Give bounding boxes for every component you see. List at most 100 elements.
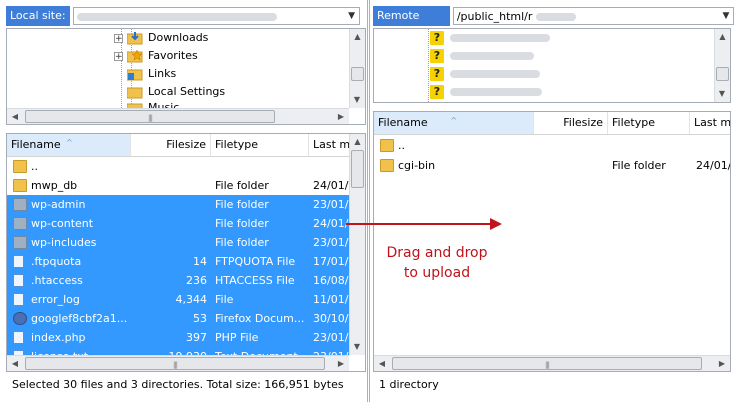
tree-item[interactable]: ? [430, 47, 534, 65]
scroll-left-icon[interactable]: ◀ [7, 109, 23, 124]
file-row[interactable]: cgi-bin File folder 24/01/ [374, 156, 730, 175]
local-list-vertical-scrollbar[interactable]: ▲ ▼ [349, 134, 365, 355]
expand-icon[interactable]: + [114, 51, 123, 61]
file-name: wp-includes [31, 236, 97, 249]
annotation-line-2: to upload [403, 265, 471, 281]
scroll-thumb[interactable]: ||| [25, 357, 325, 370]
scroll-right-icon[interactable]: ▶ [333, 356, 349, 371]
file-size [131, 233, 207, 252]
folder-icon [13, 198, 27, 211]
file-modified: 24/01/ [313, 179, 349, 192]
local-status-bar: Selected 30 files and 3 directories. Tot… [12, 378, 344, 391]
file-type: Firefox Docum... [215, 312, 305, 325]
unknown-folder-icon: ? [430, 49, 444, 63]
file-row[interactable]: .htaccess 236 HTACCESS File 16/08/ [7, 271, 349, 290]
column-last-modified[interactable]: Last m [309, 134, 349, 156]
redacted-folder-name [450, 34, 550, 42]
tree-item-favorites[interactable]: + Favorites [114, 47, 198, 65]
links-folder-icon [127, 69, 143, 81]
scroll-down-icon[interactable]: ▼ [715, 86, 729, 102]
file-size [131, 195, 207, 214]
scroll-left-icon[interactable]: ◀ [7, 356, 23, 371]
sort-ascending-icon: ^ [66, 138, 73, 147]
tree-item-label: Links [148, 67, 177, 80]
scroll-thumb[interactable]: ||| [25, 110, 275, 123]
scroll-thumb[interactable] [351, 67, 364, 81]
scroll-thumb[interactable]: ||| [392, 357, 702, 370]
redacted-path [535, 12, 576, 21]
tree-item[interactable]: ? [430, 65, 540, 83]
scroll-down-icon[interactable]: ▼ [350, 92, 364, 108]
file-size: 53 [193, 312, 207, 325]
tree-horizontal-scrollbar[interactable]: ◀ ||| ▶ [7, 108, 349, 124]
scroll-up-icon[interactable]: ▲ [350, 29, 365, 45]
column-filetype[interactable]: Filetype [608, 112, 690, 134]
scroll-thumb[interactable] [351, 150, 364, 188]
local-list-horizontal-scrollbar[interactable]: ◀ ||| ▶ [7, 355, 349, 371]
remote-site-combo[interactable]: /public_html/r ▼ [452, 7, 734, 25]
file-modified: 23/01/ [313, 198, 349, 211]
column-filetype[interactable]: Filetype [211, 134, 309, 156]
local-file-list[interactable]: ^ Filename Filesize Filetype Last m .. mw… [6, 133, 366, 372]
file-row[interactable]: mwp_db File folder 24/01/ [7, 176, 349, 195]
file-modified: 24/01/ [696, 159, 730, 172]
file-size [131, 214, 207, 233]
firefox-document-icon [13, 312, 27, 325]
tree-item-label: Downloads [148, 31, 209, 44]
file-name: cgi-bin [398, 159, 436, 172]
tree-item-local-settings[interactable]: Local Settings [127, 83, 225, 101]
redacted-folder-name [450, 52, 534, 60]
expand-icon[interactable]: + [114, 33, 123, 43]
column-filename[interactable]: ^ Filename [7, 134, 131, 156]
remote-tree-vertical-scrollbar[interactable]: ▲ ▼ [714, 29, 730, 102]
remote-directory-tree[interactable]: ????? ▲ ▼ [373, 28, 731, 103]
tree-vertical-scrollbar[interactable]: ▲ ▼ [349, 29, 365, 108]
column-filesize[interactable]: Filesize [131, 134, 211, 156]
local-site-combo[interactable]: ▼ [72, 7, 360, 25]
file-modified: 11/01/ [313, 293, 349, 306]
chevron-down-icon[interactable]: ▼ [345, 11, 359, 21]
column-last-modified[interactable]: Last m [690, 112, 730, 134]
file-row[interactable]: error_log 4,344 File 11/01/ [7, 290, 349, 309]
scroll-right-icon[interactable]: ▶ [714, 356, 730, 371]
chevron-down-icon[interactable]: ▼ [719, 11, 733, 21]
scroll-left-icon[interactable]: ◀ [374, 356, 390, 371]
file-row[interactable]: googlef8cbf2a1... 53 Firefox Docum... 30/10… [7, 309, 349, 328]
tree-item-links[interactable]: Links [127, 65, 176, 83]
file-name: .. [31, 160, 38, 173]
scroll-up-icon[interactable]: ▲ [715, 29, 730, 45]
file-size [534, 136, 604, 155]
file-row[interactable]: .ftpquota 14 FTPQUOTA File 17/01/ [7, 252, 349, 271]
remote-list-horizontal-scrollbar[interactable]: ◀ ||| ▶ [374, 355, 730, 371]
tree-item[interactable]: ? [430, 29, 550, 47]
file-name: error_log [31, 293, 80, 306]
file-type [215, 157, 307, 176]
file-row[interactable]: wp-admin File folder 23/01/ [7, 195, 349, 214]
file-size [131, 157, 207, 176]
local-site-value[interactable] [76, 10, 345, 23]
file-row[interactable]: wp-includes File folder 23/01/ [7, 233, 349, 252]
file-row[interactable]: wp-content File folder 24/01/ [7, 214, 349, 233]
tree-item[interactable]: ? [430, 101, 494, 102]
local-list-header: ^ Filename Filesize Filetype Last m [7, 134, 349, 157]
file-size: 4,344 [175, 293, 208, 306]
file-row[interactable]: .. [374, 136, 730, 155]
column-filesize[interactable]: Filesize [534, 112, 608, 134]
remote-file-list[interactable]: ^ Filename Filesize Filetype Last m .. cg… [373, 111, 731, 372]
file-type: File folder [612, 159, 666, 172]
tree-item-downloads[interactable]: + Downloads [114, 29, 208, 47]
remote-site-value[interactable]: /public_html/r [457, 10, 719, 23]
scroll-right-icon[interactable]: ▶ [333, 109, 349, 124]
scroll-thumb[interactable] [716, 67, 729, 81]
scroll-down-icon[interactable]: ▼ [350, 339, 364, 355]
file-size: 397 [186, 331, 207, 344]
file-icon [13, 331, 24, 344]
file-name: wp-content [31, 217, 94, 230]
column-filename[interactable]: ^ Filename [374, 112, 534, 134]
tree-item-label: Local Settings [148, 85, 226, 98]
file-row[interactable]: .. [7, 157, 349, 176]
tree-item[interactable]: ? [430, 83, 542, 101]
scroll-up-icon[interactable]: ▲ [350, 134, 365, 150]
local-directory-tree[interactable]: + Downloads + Favorites Links Local Sett… [6, 28, 366, 125]
file-row[interactable]: index.php 397 PHP File 23/01/ [7, 328, 349, 347]
